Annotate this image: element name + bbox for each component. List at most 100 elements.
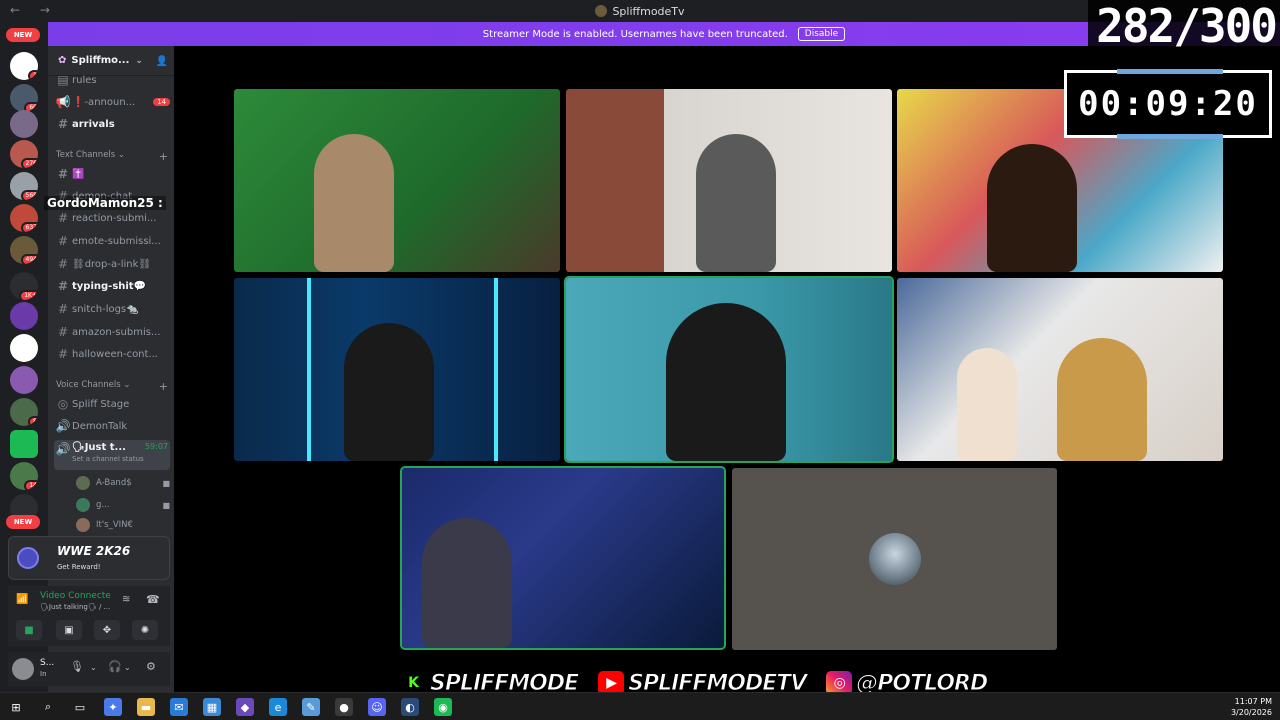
discord-icon[interactable]: ☺ — [368, 698, 386, 716]
voice-active-channel[interactable]: 🔊 🗣Just t... 59:07 Set a channel status — [54, 440, 170, 470]
video-tile[interactable] — [897, 278, 1223, 461]
notepad-icon[interactable]: ✎ — [302, 698, 320, 716]
server-icon-5[interactable]: 568 — [10, 172, 38, 200]
steam-icon[interactable]: ◐ — [401, 698, 419, 716]
server-icon-9[interactable] — [10, 302, 38, 330]
channel-emote-submissions[interactable]: # emote-submissi... — [54, 231, 170, 251]
mention-badge: 14 — [153, 98, 170, 106]
task-view-icon[interactable]: ▭ — [71, 698, 89, 716]
hash-icon: # — [57, 167, 69, 181]
server-icon-8[interactable]: 1K+ — [10, 272, 38, 300]
app-icon[interactable]: ◆ — [236, 698, 254, 716]
chevron-down-icon[interactable]: ⌄ — [90, 663, 97, 672]
video-tile-speaking[interactable] — [400, 466, 726, 650]
speaker-name-overlay: GordoMamon25 : — [44, 196, 166, 210]
edge-icon[interactable]: e — [269, 698, 287, 716]
activities-button[interactable]: ✥ — [94, 620, 120, 640]
file-explorer-icon[interactable]: ▬ — [137, 698, 155, 716]
badge: 637 — [20, 222, 38, 232]
server-icon-12[interactable]: 8 — [10, 398, 38, 426]
participant-figure — [666, 303, 786, 461]
mail-icon[interactable]: ✉ — [170, 698, 188, 716]
channel-label: snitch-logs🐀 — [72, 303, 139, 315]
soundboard-button[interactable]: ✺ — [132, 620, 158, 640]
channel-cross[interactable]: # ✝️ — [54, 164, 170, 184]
store-icon[interactable]: ▦ — [203, 698, 221, 716]
speaker-icon: 🔊 — [55, 442, 71, 456]
channel-drop-a-link[interactable]: # ⛓drop-a-link⛓ — [54, 254, 170, 274]
server-icon-6[interactable]: 637 — [10, 204, 38, 232]
disable-button[interactable]: Disable — [797, 27, 846, 41]
mic-icon[interactable]: 🎙 — [70, 660, 84, 673]
speaker-icon: 🔊 — [55, 419, 71, 433]
set-status-hint[interactable]: Set a channel status — [72, 455, 168, 463]
camera-icon: ■ — [162, 500, 170, 510]
server-icon-1[interactable]: 1 — [10, 52, 38, 80]
server-icon-11[interactable] — [10, 366, 38, 394]
video-tile[interactable] — [234, 89, 560, 272]
server-icon-4[interactable]: 276 — [10, 140, 38, 168]
chevron-down-icon[interactable]: ⌄ — [124, 663, 131, 672]
screen-share-button[interactable]: ▣ — [56, 620, 82, 640]
stream-timer: 00:09:20 — [1064, 69, 1272, 139]
video-tile-avatar[interactable] — [732, 468, 1057, 650]
voice-channel-name[interactable]: 🗣Just talking🗣 / ... — [40, 603, 110, 611]
voice-connection-panel: 📶 Video Connecte 🗣Just talking🗣 / ... ≋ … — [8, 586, 170, 646]
video-tile-speaking[interactable] — [564, 276, 894, 463]
channel-rules[interactable]: ▤ rules — [54, 70, 170, 90]
voice-member[interactable]: It's_VIN€ — [76, 516, 170, 534]
new-badge-top: NEW — [6, 28, 40, 42]
voice-member[interactable]: A-Band$ ■ — [76, 474, 170, 492]
channel-label: 🗣Just t... — [72, 442, 126, 453]
headphones-icon[interactable]: 🎧 — [108, 660, 122, 673]
channel-amazon-submissions[interactable]: # amazon-submis... — [54, 322, 170, 342]
server-icon-3[interactable] — [10, 110, 38, 138]
channel-label: ✝️ — [72, 168, 85, 180]
badge: 8 — [28, 416, 38, 426]
voice-member[interactable]: g... ■ — [76, 496, 170, 514]
server-icon-13[interactable]: 14 — [10, 462, 38, 490]
camera-button[interactable]: ■ — [16, 620, 42, 640]
video-tile[interactable] — [566, 89, 892, 272]
disconnect-icon[interactable]: ☎ — [146, 593, 160, 606]
voice-spliff-stage[interactable]: ◎ Spliff Stage — [54, 394, 170, 414]
user-avatar[interactable] — [12, 658, 34, 680]
windows-taskbar: ⊞ ⌕ ▭ ✦ ▬ ✉ ▦ ◆ e ✎ ● ☺ ◐ ◉ 11:07 PM 3/2… — [0, 692, 1280, 720]
channel-label: arrivals — [72, 118, 115, 130]
rules-icon: ▤ — [57, 73, 69, 87]
channel-typing[interactable]: # typing-shit💬 — [54, 276, 170, 296]
signal-icon[interactable]: 📶 — [16, 594, 28, 605]
video-tile[interactable] — [234, 278, 560, 461]
system-clock[interactable]: 11:07 PM 3/20/2026 — [1231, 696, 1272, 718]
channel-reaction-submissions[interactable]: # reaction-submi... — [54, 208, 170, 228]
server-icon-10[interactable] — [10, 334, 38, 362]
voice-channels-category[interactable]: Voice Channels ⌄ + — [56, 380, 168, 393]
timer-value: 00:09:20 — [1078, 84, 1258, 124]
server-icon-2[interactable]: 60 — [10, 84, 38, 112]
text-channels-category[interactable]: Text Channels ⌄ + — [56, 150, 168, 163]
game-reward-card[interactable]: WWE 2K26 Get Reward! — [8, 536, 170, 580]
add-channel-icon[interactable]: + — [159, 150, 168, 163]
participant-figure — [422, 518, 512, 648]
gear-icon[interactable]: ⚙ — [146, 660, 156, 673]
user-panel: S... In 🎙 ⌄ 🎧 ⌄ ⚙ — [8, 652, 170, 686]
channel-snitch-logs[interactable]: # snitch-logs🐀 — [54, 299, 170, 319]
nav-arrows-icon[interactable]: ← → — [10, 3, 58, 17]
obs-icon[interactable]: ● — [335, 698, 353, 716]
add-member-icon[interactable]: 👤 — [156, 56, 168, 67]
window-title: SpliffmodeTv — [612, 4, 685, 18]
channel-arrivals[interactable]: # arrivals — [54, 114, 170, 134]
channel-announcements[interactable]: 📢 ❗-announ... 14 — [54, 92, 170, 112]
add-channel-icon[interactable]: + — [159, 380, 168, 393]
chevron-down-icon: ⌄ — [135, 55, 143, 66]
start-icon[interactable]: ⊞ — [7, 698, 25, 716]
chevron-down-icon: ⌄ — [120, 380, 131, 390]
copilot-icon[interactable]: ✦ — [104, 698, 122, 716]
channel-halloween-contest[interactable]: # halloween-cont... — [54, 344, 170, 364]
search-icon[interactable]: ⌕ — [39, 698, 57, 716]
voice-demontalk[interactable]: 🔊 DemonTalk — [54, 416, 170, 436]
kick-server-icon[interactable] — [10, 430, 38, 458]
app-icon-green[interactable]: ◉ — [434, 698, 452, 716]
server-icon-7[interactable]: 494 — [10, 236, 38, 264]
soundboard-icon[interactable]: ≋ — [122, 594, 130, 605]
